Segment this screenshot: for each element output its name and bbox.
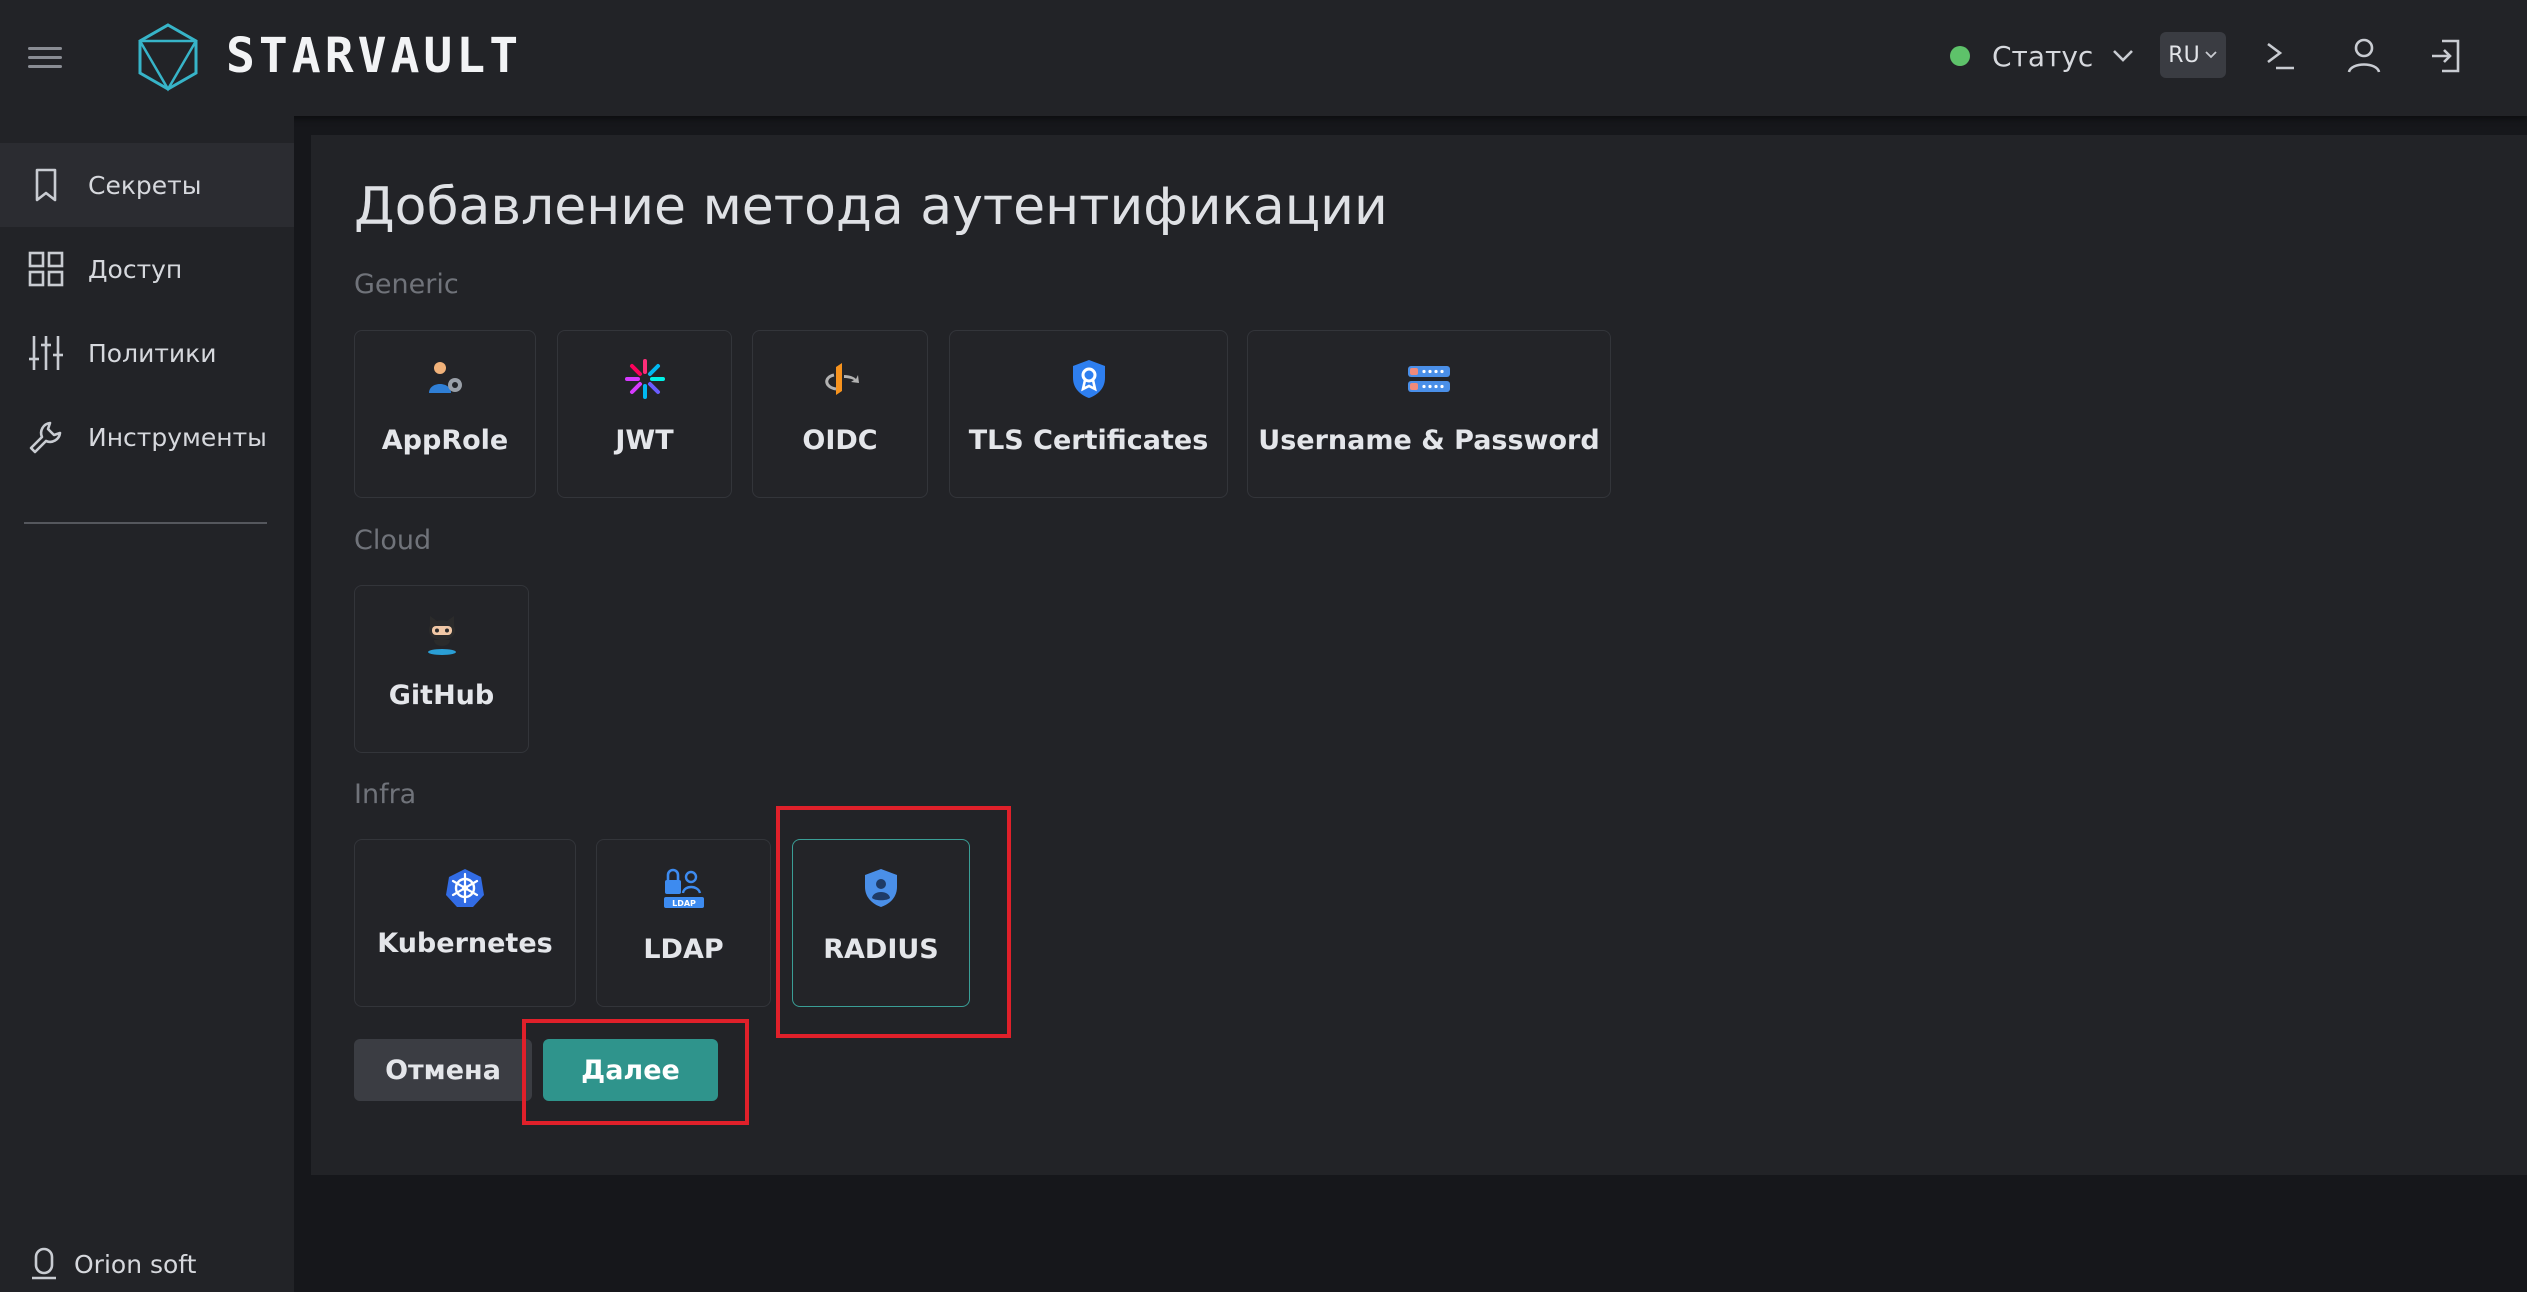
language-selector[interactable]: RU — [2160, 32, 2226, 78]
section-label-cloud: Cloud — [354, 525, 432, 556]
card-label: LDAP — [643, 934, 724, 965]
sliders-icon — [29, 336, 63, 370]
approle-icon — [429, 362, 462, 393]
card-label: Kubernetes — [377, 928, 553, 959]
page-title: Добавление метода аутентификации — [354, 177, 1388, 237]
kubernetes-icon — [446, 869, 484, 907]
main-content: Добавление метода аутентификации Generic… — [311, 135, 2527, 1175]
auth-card-tls-certificates[interactable]: TLS Certificates — [949, 330, 1228, 498]
sidebar-item-label: Инструменты — [88, 422, 267, 452]
sidebar-item-tools[interactable]: Инструменты — [0, 395, 294, 479]
card-label: JWT — [615, 425, 674, 456]
next-button[interactable]: Далее — [543, 1039, 718, 1101]
top-bar: STARVAULT Статус RU — [0, 0, 2527, 116]
sidebar-footer[interactable]: Orion soft — [28, 1244, 196, 1284]
terminal-icon[interactable] — [2258, 34, 2302, 78]
github-icon — [427, 616, 456, 655]
footer-label: Orion soft — [74, 1249, 197, 1279]
tls-certificate-icon — [1072, 360, 1105, 398]
jwt-icon — [624, 359, 665, 399]
wrench-icon — [29, 421, 62, 454]
menu-icon[interactable] — [26, 40, 66, 74]
radius-icon — [865, 869, 897, 907]
ldap-icon: LDAP — [663, 868, 704, 908]
sidebar-item-policies[interactable]: Политики — [0, 311, 294, 395]
auth-card-github[interactable]: GitHub — [354, 585, 529, 753]
status-dropdown[interactable]: Статус — [1950, 34, 2135, 78]
orion-soft-logo-icon — [32, 1247, 56, 1280]
card-label: Username & Password — [1258, 425, 1600, 456]
brand-name: STARVAULT — [226, 28, 523, 84]
sidebar-item-label: Секреты — [88, 170, 202, 200]
sidebar-item-secrets[interactable]: Секреты — [0, 143, 294, 227]
ldap-icon-text: LDAP — [672, 899, 696, 908]
auth-card-ldap[interactable]: LDAP LDAP — [596, 839, 771, 1007]
sidebar-item-label: Доступ — [88, 254, 183, 284]
card-label: OIDC — [802, 425, 878, 456]
status-label: Статус — [1992, 39, 2094, 73]
auth-card-kubernetes[interactable]: Kubernetes — [354, 839, 576, 1007]
cancel-button[interactable]: Отмена — [354, 1039, 532, 1101]
section-label-generic: Generic — [354, 269, 459, 300]
userpass-icon — [1408, 366, 1450, 392]
sidebar-item-label: Политики — [88, 338, 217, 368]
oidc-icon — [825, 363, 859, 395]
card-label: GitHub — [388, 680, 495, 711]
status-indicator-dot — [1950, 46, 1970, 66]
auth-card-approle[interactable]: AppRole — [354, 330, 536, 498]
card-label: TLS Certificates — [968, 425, 1209, 456]
sidebar-divider — [24, 522, 267, 524]
auth-card-oidc[interactable]: OIDC — [752, 330, 928, 498]
sidebar: Секреты Доступ Политики Инструменты Orio… — [0, 116, 294, 1292]
user-icon[interactable] — [2342, 34, 2386, 78]
logout-icon[interactable] — [2424, 34, 2468, 78]
chevron-down-icon — [2205, 51, 2217, 59]
card-label: RADIUS — [823, 934, 939, 965]
auth-card-radius[interactable]: RADIUS — [792, 839, 970, 1007]
auth-card-username-password[interactable]: Username & Password — [1247, 330, 1611, 498]
auth-card-jwt[interactable]: JWT — [557, 330, 732, 498]
card-label: AppRole — [381, 425, 509, 456]
section-label-infra: Infra — [354, 779, 417, 810]
bookmark-icon — [35, 168, 57, 202]
chevron-down-icon — [2113, 50, 2134, 62]
grid-icon — [28, 251, 64, 287]
sidebar-item-access[interactable]: Доступ — [0, 227, 294, 311]
language-label: RU — [2168, 42, 2200, 68]
starvault-logo[interactable] — [136, 22, 200, 92]
